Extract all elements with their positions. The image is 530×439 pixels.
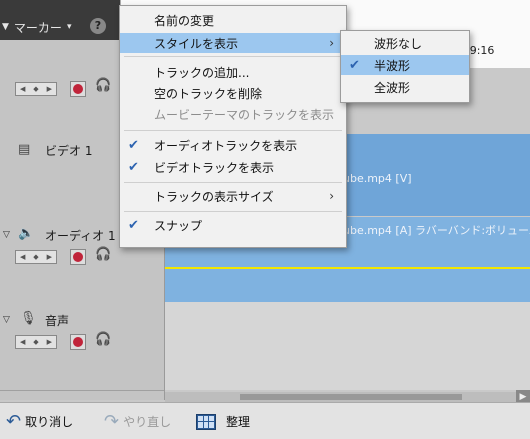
keyframe-controls[interactable]: ◀ ◆ ▶ [15,82,57,96]
grid-icon [196,413,216,430]
volume-rubberband[interactable] [165,267,530,269]
organize-label: 整理 [226,415,251,429]
menu-item-delete-empty-tracks[interactable]: 空のトラックを削除 [120,83,346,103]
collapse-icon[interactable]: ▽ [3,230,10,240]
keyframe-controls[interactable]: ◀ ◆ ▶ [15,250,57,264]
redo-label: やり直し [123,415,172,429]
dropdown-arrow-icon: ▼ [2,22,9,32]
headphone-icon[interactable]: 🎧 [95,247,111,262]
menu-item-add-tracks[interactable]: トラックの追加... [120,62,346,82]
track-header-voice: ▽ 🎙 音声 ◀ ◆ ▶ 🎧 [0,302,164,391]
headphone-icon[interactable]: 🎧 [95,78,111,93]
menu-item-show-style[interactable]: スタイルを表示 › [120,33,346,53]
keyframe-controls[interactable]: ◀ ◆ ▶ [15,335,57,349]
style-submenu: 波形なし ✔ 半波形 全波形 [340,30,470,103]
submenu-item-half-waveform[interactable]: ✔ 半波形 [341,55,469,75]
checkmark-icon: ✔ [128,137,139,153]
headphone-icon[interactable]: 🎧 [95,332,111,347]
redo-button[interactable]: ↷ やり直し [104,411,171,432]
speaker-icon: 🔈 [18,226,35,241]
submenu-arrow-icon: › [329,189,334,203]
marker-dropdown[interactable]: ▼ マーカー ▾ [0,18,71,36]
submenu-arrow-icon: › [329,36,334,50]
record-button[interactable] [70,334,86,350]
menu-item-show-theme-tracks: ムービーテーマのトラックを表示 [154,107,335,122]
track-label: ビデオ 1 [45,144,93,158]
voice-lane[interactable] [165,302,530,390]
scrollbar-thumb[interactable] [240,394,462,400]
submenu-item-full-waveform[interactable]: 全波形 [341,77,469,97]
chevron-down-icon: ▾ [66,22,72,32]
menu-item-rename[interactable]: 名前の変更 [120,10,346,30]
track-label: 音声 [45,314,70,328]
checkmark-icon: ✔ [349,57,360,73]
checkmark-icon: ✔ [128,217,139,233]
help-icon[interactable]: ? [90,18,106,34]
menu-item-track-display-size[interactable]: トラックの表示サイズ › [120,186,346,206]
undo-label: 取り消し [25,415,74,429]
track-context-menu: 名前の変更 スタイルを表示 › トラックの追加... 空のトラックを削除 ムービ… [119,5,347,248]
bottom-bar: ↶ 取り消し ↷ やり直し 整理 [0,402,530,439]
menu-separator [124,56,342,57]
record-button[interactable] [70,249,86,265]
clip-title: ube.mp4 [A] ラバーバンド:ボリューム: [343,224,530,237]
menu-item-show-video-tracks[interactable]: ✔ ビデオトラックを表示 [120,157,346,177]
record-button[interactable] [70,81,86,97]
collapse-icon[interactable]: ▽ [3,315,10,325]
checkmark-icon: ✔ [128,159,139,175]
menu-item-show-audio-tracks[interactable]: ✔ オーディオトラックを表示 [120,135,346,155]
redo-icon: ↷ [104,411,120,432]
undo-button[interactable]: ↶ 取り消し [6,411,73,432]
undo-icon: ↶ [6,411,22,432]
submenu-item-no-waveform[interactable]: 波形なし [341,33,469,53]
marker-label: マーカー [13,20,62,35]
menu-item-snap[interactable]: ✔ スナップ [120,215,346,235]
film-icon: ▤ [18,142,31,157]
microphone-icon: 🎙 [20,311,37,326]
track-label: オーディオ 1 [45,229,116,243]
menu-separator [124,182,342,183]
organize-button[interactable]: 整理 [196,413,250,430]
clip-title: ube.mp4 [V] [343,172,412,185]
menu-separator [124,211,342,212]
menu-separator [124,130,342,131]
